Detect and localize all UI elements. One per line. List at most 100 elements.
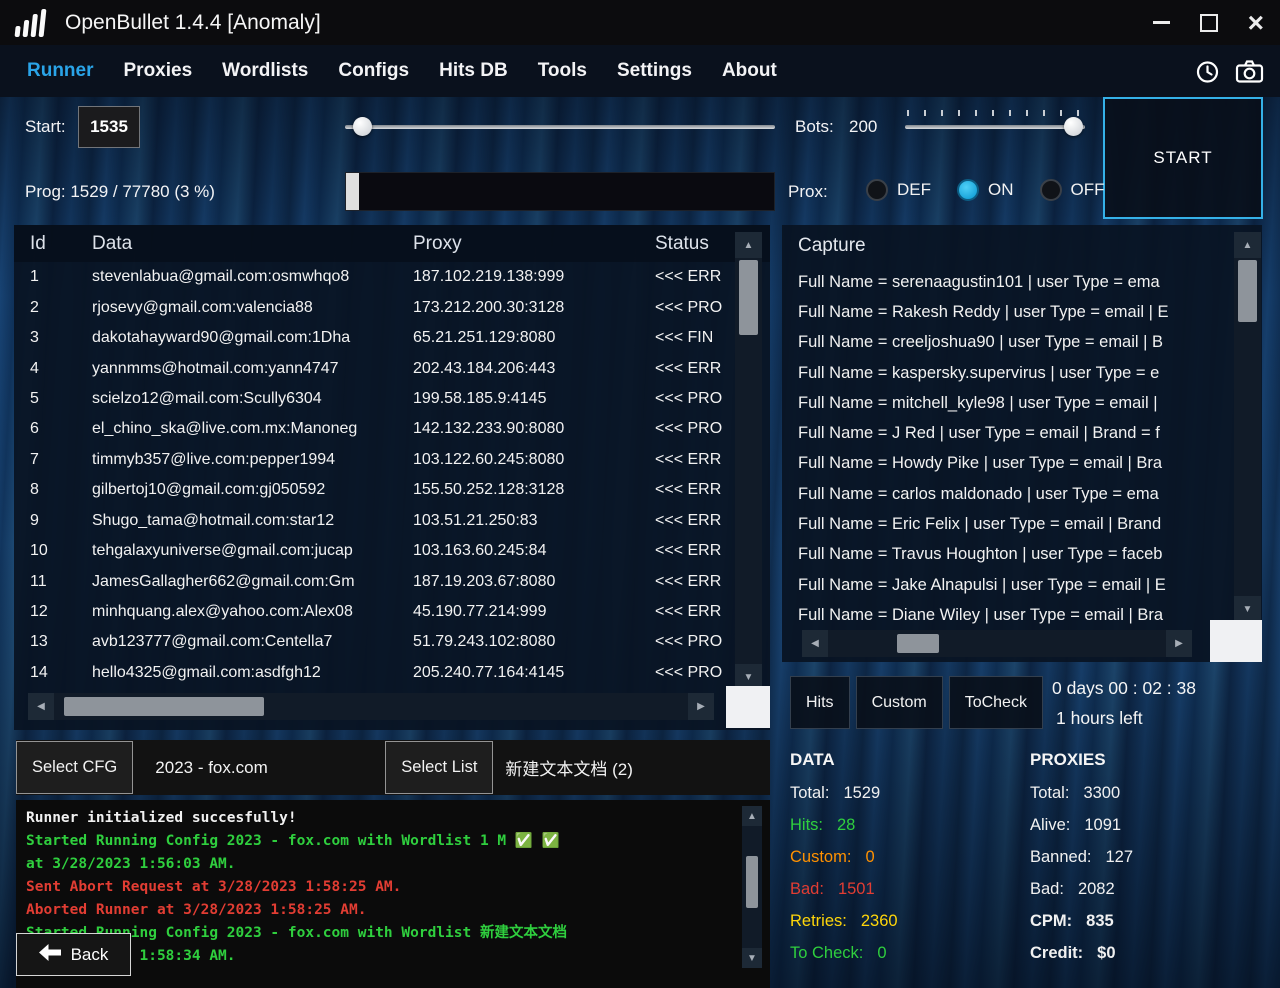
menu-icons — [1194, 58, 1264, 85]
capture-row[interactable]: Full Name = mitchell_kyle98 | user Type … — [782, 388, 1232, 418]
scroll-up-icon[interactable]: ▲ — [735, 232, 762, 258]
cell-data: yannmms@hotmail.com:yann4747 — [92, 360, 413, 378]
menu-item[interactable]: Hits DB — [424, 60, 523, 82]
proxies-stats-title: PROXIES — [1030, 745, 1265, 777]
stat-value: 3300 — [1083, 784, 1120, 802]
result-row[interactable]: 12 minhquang.alex@yahoo.com:Alex08 45.19… — [14, 597, 742, 627]
result-row[interactable]: 2 rjosevy@gmail.com:valencia88 173.212.2… — [14, 292, 742, 322]
scrollbar-thumb[interactable] — [897, 634, 939, 653]
column-header-proxy[interactable]: Proxy — [413, 233, 655, 255]
log-vertical-scrollbar[interactable]: ▲ ▼ — [742, 806, 762, 968]
log-lines: Runner initialized succesfully!Started R… — [26, 807, 736, 968]
menu-item[interactable]: Tools — [523, 60, 602, 82]
slider-ticks — [907, 110, 1083, 116]
cell-id: 1 — [30, 268, 92, 286]
start-position-slider[interactable] — [345, 116, 775, 138]
proxies-stats-rows: Total:3300 Alive:1091 Banned:127 Bad:208… — [1030, 777, 1265, 969]
result-row[interactable]: 7 timmyb357@live.com:pepper1994 103.122.… — [14, 445, 742, 475]
scroll-right-icon[interactable]: ▶ — [688, 693, 714, 720]
data-stats-rows: Total:1529 Hits:28 Custom:0 Bad:1501 Ret… — [790, 777, 1025, 969]
slider-thumb[interactable] — [353, 117, 372, 136]
proxy-mode-option[interactable]: ON — [957, 179, 1014, 201]
menu-item[interactable]: Wordlists — [207, 60, 323, 82]
result-row[interactable]: 10 tehgalaxyuniverse@gmail.com:jucap 103… — [14, 536, 742, 566]
menu-item[interactable]: About — [707, 60, 792, 82]
result-tab[interactable]: Custom — [856, 676, 943, 729]
menu-item[interactable]: Proxies — [109, 60, 208, 82]
screenshot-camera-icon[interactable] — [1235, 59, 1264, 84]
scroll-up-icon[interactable]: ▲ — [742, 806, 762, 826]
stat-label: Retries: — [790, 912, 847, 930]
menu-item[interactable]: Settings — [602, 60, 707, 82]
scroll-down-icon[interactable]: ▼ — [742, 948, 762, 968]
maximize-button[interactable] — [1200, 14, 1218, 32]
result-row[interactable]: 13 avb123777@gmail.com:Centella7 51.79.2… — [14, 627, 742, 657]
scrollbar-thumb[interactable] — [739, 260, 758, 335]
slider-thumb[interactable] — [1064, 117, 1083, 136]
bots-slider[interactable] — [905, 116, 1085, 138]
capture-row[interactable]: Full Name = Rakesh Reddy | user Type = e… — [782, 297, 1232, 327]
cell-data: scielzo12@mail.com:Scully6304 — [92, 390, 413, 408]
result-row[interactable]: 5 scielzo12@mail.com:Scully6304 199.58.1… — [14, 384, 742, 414]
scroll-left-icon[interactable]: ◀ — [802, 630, 828, 657]
scroll-right-icon[interactable]: ▶ — [1166, 630, 1192, 657]
result-row[interactable]: 9 Shugo_tama@hotmail.com:star12 103.51.2… — [14, 506, 742, 536]
capture-row[interactable]: Full Name = J Red | user Type = email | … — [782, 418, 1232, 448]
scheduler-clock-icon[interactable] — [1194, 58, 1221, 85]
cell-data: stevenlabua@gmail.com:osmwhqo8 — [92, 268, 413, 286]
capture-row[interactable]: Full Name = Eric Felix | user Type = ema… — [782, 509, 1232, 539]
menu-item[interactable]: Runner — [12, 60, 109, 82]
bots-value: 200 — [849, 117, 877, 137]
result-row[interactable]: 3 dakotahayward90@gmail.com:1Dha 65.21.2… — [14, 323, 742, 353]
openbullet-logo-icon — [15, 9, 47, 37]
column-header-id[interactable]: Id — [30, 233, 92, 255]
capture-row[interactable]: Full Name = kaspersky.supervirus | user … — [782, 358, 1232, 388]
scroll-up-icon[interactable]: ▲ — [1234, 232, 1261, 258]
result-row[interactable]: 11 JamesGallagher662@gmail.com:Gm 187.19… — [14, 566, 742, 596]
result-row[interactable]: 8 gilbertoj10@gmail.com:gj050592 155.50.… — [14, 475, 742, 505]
stat-row: Banned:127 — [1030, 841, 1265, 873]
select-list-button[interactable]: Select List — [385, 741, 493, 794]
scroll-left-icon[interactable]: ◀ — [28, 693, 54, 720]
results-vertical-scrollbar[interactable]: ▲ ▼ — [735, 232, 762, 690]
scrollbar-thumb[interactable] — [746, 856, 758, 908]
minimize-button[interactable] — [1153, 21, 1170, 24]
start-input[interactable] — [78, 106, 140, 148]
slider-track[interactable] — [905, 125, 1085, 129]
scrollbar-thumb[interactable] — [1238, 260, 1257, 322]
capture-row[interactable]: Full Name = Diane Wiley | user Type = em… — [782, 600, 1232, 630]
capture-title: Capture — [798, 235, 866, 257]
result-tab[interactable]: Hits — [790, 676, 850, 729]
capture-row[interactable]: Full Name = Howdy Pike | user Type = ema… — [782, 449, 1232, 479]
result-row[interactable]: 1 stevenlabua@gmail.com:osmwhqo8 187.102… — [14, 262, 742, 292]
stat-label: Total: — [1030, 784, 1069, 802]
result-row[interactable]: 14 hello4325@gmail.com:asdfgh12 205.240.… — [14, 658, 742, 688]
cell-status: <<< PRO — [655, 390, 742, 408]
back-button[interactable]: Back — [16, 933, 131, 976]
start-button[interactable]: START — [1103, 97, 1263, 219]
result-row[interactable]: 4 yannmms@hotmail.com:yann4747 202.43.18… — [14, 353, 742, 383]
capture-row[interactable]: Full Name = carlos maldonado | user Type… — [782, 479, 1232, 509]
proxy-mode-option[interactable]: OFF — [1040, 179, 1105, 201]
capture-row[interactable]: Full Name = creeljoshua90 | user Type = … — [782, 328, 1232, 358]
cell-id: 4 — [30, 360, 92, 378]
slider-track[interactable] — [345, 125, 775, 129]
scrollbar-thumb[interactable] — [64, 697, 264, 716]
results-horizontal-scrollbar[interactable]: ◀ ▶ — [28, 693, 714, 720]
cell-id: 3 — [30, 329, 92, 347]
scroll-down-icon[interactable]: ▼ — [1234, 596, 1261, 622]
menu-item[interactable]: Configs — [323, 60, 424, 82]
scrollbar-corner — [1210, 620, 1262, 662]
prox-label: Prox: — [788, 182, 828, 202]
capture-vertical-scrollbar[interactable]: ▲ ▼ — [1234, 232, 1261, 622]
select-config-button[interactable]: Select CFG — [16, 741, 133, 794]
capture-row[interactable]: Full Name = Travus Houghton | user Type … — [782, 540, 1232, 570]
result-row[interactable]: 6 el_chino_ska@live.com.mx:Manoneg 142.1… — [14, 414, 742, 444]
result-tab[interactable]: ToCheck — [949, 676, 1043, 729]
capture-row[interactable]: Full Name = Jake Alnapulsi | user Type =… — [782, 570, 1232, 600]
column-header-data[interactable]: Data — [92, 233, 413, 255]
capture-horizontal-scrollbar[interactable]: ◀ ▶ — [802, 630, 1192, 657]
capture-row[interactable]: Full Name = serenaagustin101 | user Type… — [782, 267, 1232, 297]
close-button[interactable]: × — [1248, 9, 1264, 37]
proxy-mode-option[interactable]: DEF — [866, 179, 931, 201]
